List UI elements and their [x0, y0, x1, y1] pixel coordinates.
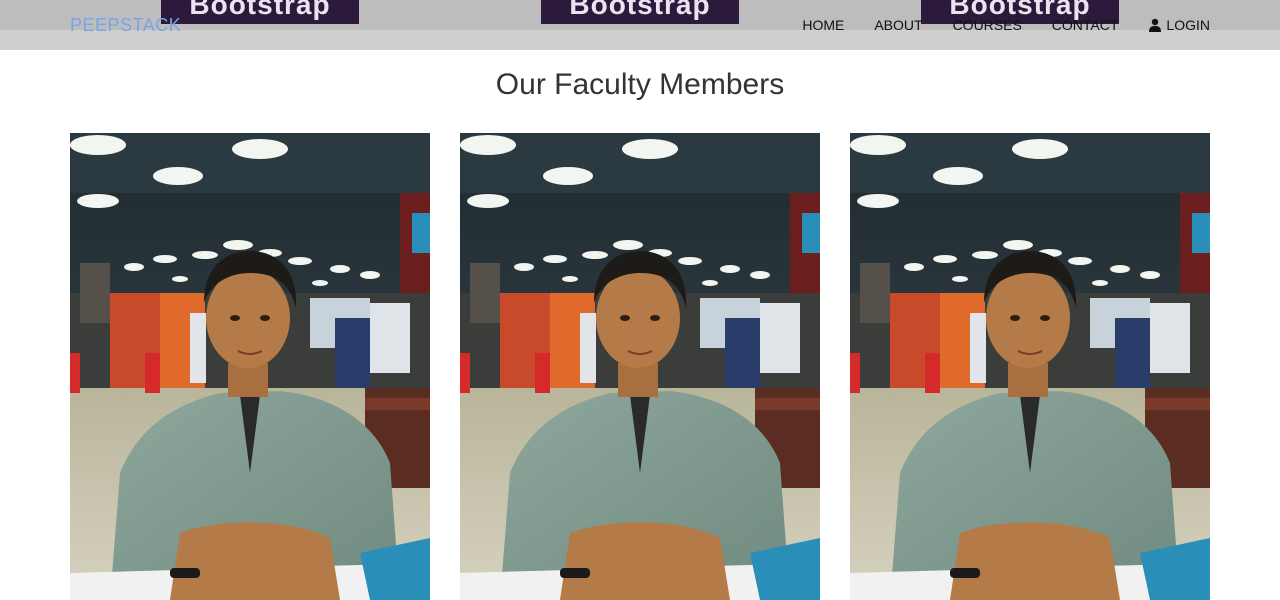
- nav-home-link[interactable]: HOME: [802, 17, 844, 33]
- bootstrap-banner: Bootstrap: [161, 0, 359, 24]
- faculty-card[interactable]: [850, 133, 1210, 600]
- faculty-photo: [850, 133, 1210, 600]
- section-title: Our Faculty Members: [495, 68, 785, 101]
- bootstrap-banner: Bootstrap: [541, 0, 739, 24]
- brand-logo-link[interactable]: PEEPSTACK: [70, 15, 181, 36]
- faculty-photo: [460, 133, 820, 600]
- nav-login-link[interactable]: LOGIN: [1148, 17, 1210, 33]
- main-nav: HOME ABOUT COURSES CONTACT LOGIN: [802, 17, 1210, 33]
- faculty-card[interactable]: [460, 133, 820, 600]
- login-label: LOGIN: [1166, 17, 1210, 33]
- nav-contact-link[interactable]: CONTACT: [1052, 17, 1119, 33]
- nav-about-link[interactable]: ABOUT: [874, 17, 922, 33]
- faculty-card[interactable]: [70, 133, 430, 600]
- faculty-photo: [70, 133, 430, 600]
- navbar-band: [0, 30, 1280, 50]
- user-icon: [1149, 18, 1162, 32]
- nav-courses-link[interactable]: COURSES: [953, 17, 1022, 33]
